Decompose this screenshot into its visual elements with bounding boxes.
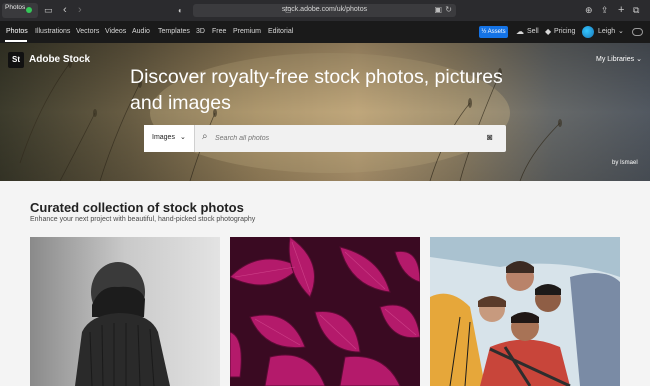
- chevron-down-icon[interactable]: ⌄: [618, 21, 624, 43]
- theme-toggle[interactable]: [632, 28, 643, 36]
- photo-group-of-friends: [430, 237, 620, 386]
- my-libraries-button[interactable]: My Libraries ⌄: [596, 55, 642, 63]
- category-nav: Photos Illustrations Vectors Videos Audi…: [0, 21, 650, 43]
- tab-label: Photos: [5, 4, 26, 11]
- photo-card[interactable]: [230, 237, 420, 386]
- nav-item-free[interactable]: Free: [212, 21, 226, 43]
- download-icon[interactable]: ⊕: [585, 0, 593, 21]
- browser-toolbar: Photos ▭ ‹ › ◐ ▢ stock.adobe.com/uk/phot…: [0, 0, 650, 21]
- section-subtitle: Enhance your next project with beautiful…: [30, 216, 256, 223]
- search-type-select[interactable]: Images ⌄: [144, 125, 195, 152]
- photo-card[interactable]: [430, 237, 620, 386]
- nav-item-videos[interactable]: Videos: [105, 21, 126, 43]
- brand-name[interactable]: Adobe Stock: [29, 54, 90, 65]
- nav-item-vectors[interactable]: Vectors: [76, 21, 99, 43]
- nav-item-audio[interactable]: Audio: [132, 21, 150, 43]
- tabs-icon[interactable]: ⧉: [633, 0, 639, 21]
- address-bar[interactable]: ▢ stock.adobe.com/uk/photos ▣ ↻: [193, 4, 456, 17]
- nav-item-3d[interactable]: 3D: [196, 21, 205, 43]
- sell-icon: ☁: [516, 27, 524, 36]
- plus-icon[interactable]: +: [618, 0, 624, 21]
- tab-status-dot: [26, 7, 32, 13]
- photo-credit: by Ismael: [612, 160, 638, 166]
- search-bar: Images ⌄ ⌕ ◙: [144, 125, 506, 152]
- chevron-right-icon[interactable]: ›: [78, 0, 82, 21]
- section-title: Curated collection of stock photos: [30, 200, 244, 215]
- translate-icon[interactable]: ▣: [434, 5, 442, 14]
- assets-button[interactable]: ½ Assets: [479, 26, 508, 38]
- sidebar-icon[interactable]: ▭: [44, 0, 53, 21]
- tag-icon: ◆: [545, 27, 552, 36]
- share-icon[interactable]: ⇪: [601, 0, 609, 21]
- chevron-down-icon: ⌄: [180, 134, 186, 141]
- url-text: stock.adobe.com/uk/photos: [281, 6, 368, 13]
- search-type-label: Images: [152, 134, 175, 141]
- user-name[interactable]: Leigh: [598, 21, 615, 43]
- avatar[interactable]: [582, 26, 594, 38]
- page-title: Discover royalty-free stock photos, pict…: [130, 66, 503, 114]
- sell-link[interactable]: Sell: [527, 21, 539, 43]
- nav-item-illustrations[interactable]: Illustrations: [35, 21, 70, 43]
- pricing-link[interactable]: Pricing: [554, 21, 575, 43]
- search-input[interactable]: [215, 132, 475, 145]
- reload-icon[interactable]: ↻: [445, 5, 452, 14]
- photo-magenta-leaves: [230, 237, 420, 386]
- search-icon: ⌕: [202, 131, 208, 142]
- active-tab-indicator: [5, 40, 27, 42]
- chevron-left-icon[interactable]: ‹: [63, 0, 67, 21]
- photo-card[interactable]: [30, 237, 220, 386]
- shield-icon[interactable]: ◐: [178, 0, 183, 21]
- nav-item-templates[interactable]: Templates: [158, 21, 190, 43]
- photo-turtleneck-portrait: [30, 237, 220, 386]
- adobe-stock-logo[interactable]: St: [8, 52, 24, 68]
- nav-item-premium[interactable]: Premium: [233, 21, 261, 43]
- nav-item-editorial[interactable]: Editorial: [268, 21, 293, 43]
- camera-icon[interactable]: ◙: [487, 132, 492, 142]
